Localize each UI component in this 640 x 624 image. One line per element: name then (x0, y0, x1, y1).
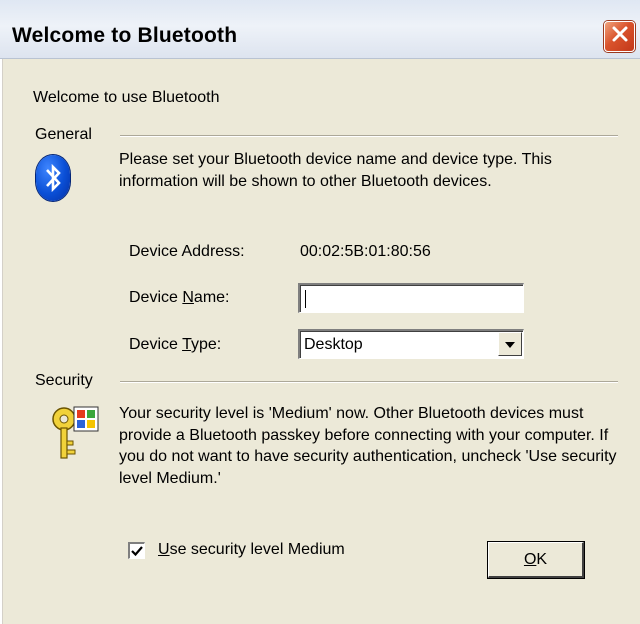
device-type-label-suffix: ype: (190, 336, 222, 353)
security-description: Your security level is 'Medium' now. Oth… (119, 405, 617, 487)
ok-button-accel: O (523, 550, 537, 568)
ok-button[interactable]: OK (488, 542, 584, 578)
bluetooth-icon (36, 155, 70, 201)
security-checkbox-label-accel: U (158, 541, 170, 558)
device-type-label-accel: T (182, 336, 191, 353)
ok-button-label: OK (524, 551, 547, 569)
text-caret (305, 290, 306, 308)
security-checkbox[interactable] (128, 542, 145, 559)
window-frame-edge-inner (2, 59, 3, 624)
device-name-label-prefix: Device (129, 289, 183, 306)
device-name-label: Device Name: (129, 288, 230, 308)
intro-text: Welcome to use Bluetooth (33, 89, 220, 106)
security-checkbox-label[interactable]: Use security level Medium (158, 540, 345, 560)
device-type-label-prefix: Device (129, 336, 183, 353)
general-divider (120, 135, 618, 137)
general-heading: General (35, 126, 92, 143)
title-bar[interactable]: Welcome to Bluetooth (0, 0, 640, 59)
security-divider (120, 381, 618, 383)
checkmark-icon (131, 546, 143, 557)
security-checkbox-label-rest: se security level Medium (169, 541, 345, 558)
device-type-label: Device Type: (129, 335, 221, 355)
device-name-label-accel: N (182, 289, 194, 306)
device-type-selected: Desktop (304, 336, 363, 353)
security-heading: Security (35, 372, 93, 389)
ok-button-rest: K (536, 550, 548, 568)
device-type-dropdown-button[interactable] (498, 332, 522, 356)
chevron-down-icon (505, 335, 515, 353)
key-icon (50, 405, 100, 465)
close-icon (611, 25, 629, 48)
close-button[interactable] (604, 21, 635, 52)
device-address-label: Device Address: (129, 243, 245, 260)
device-name-label-suffix: ame: (193, 289, 230, 306)
device-name-input[interactable] (298, 283, 524, 313)
general-description: Please set your Bluetooth device name an… (119, 151, 552, 190)
window-title: Welcome to Bluetooth (12, 24, 238, 47)
device-address-value: 00:02:5B:01:80:56 (300, 243, 431, 260)
device-type-select[interactable]: Desktop (298, 329, 524, 359)
